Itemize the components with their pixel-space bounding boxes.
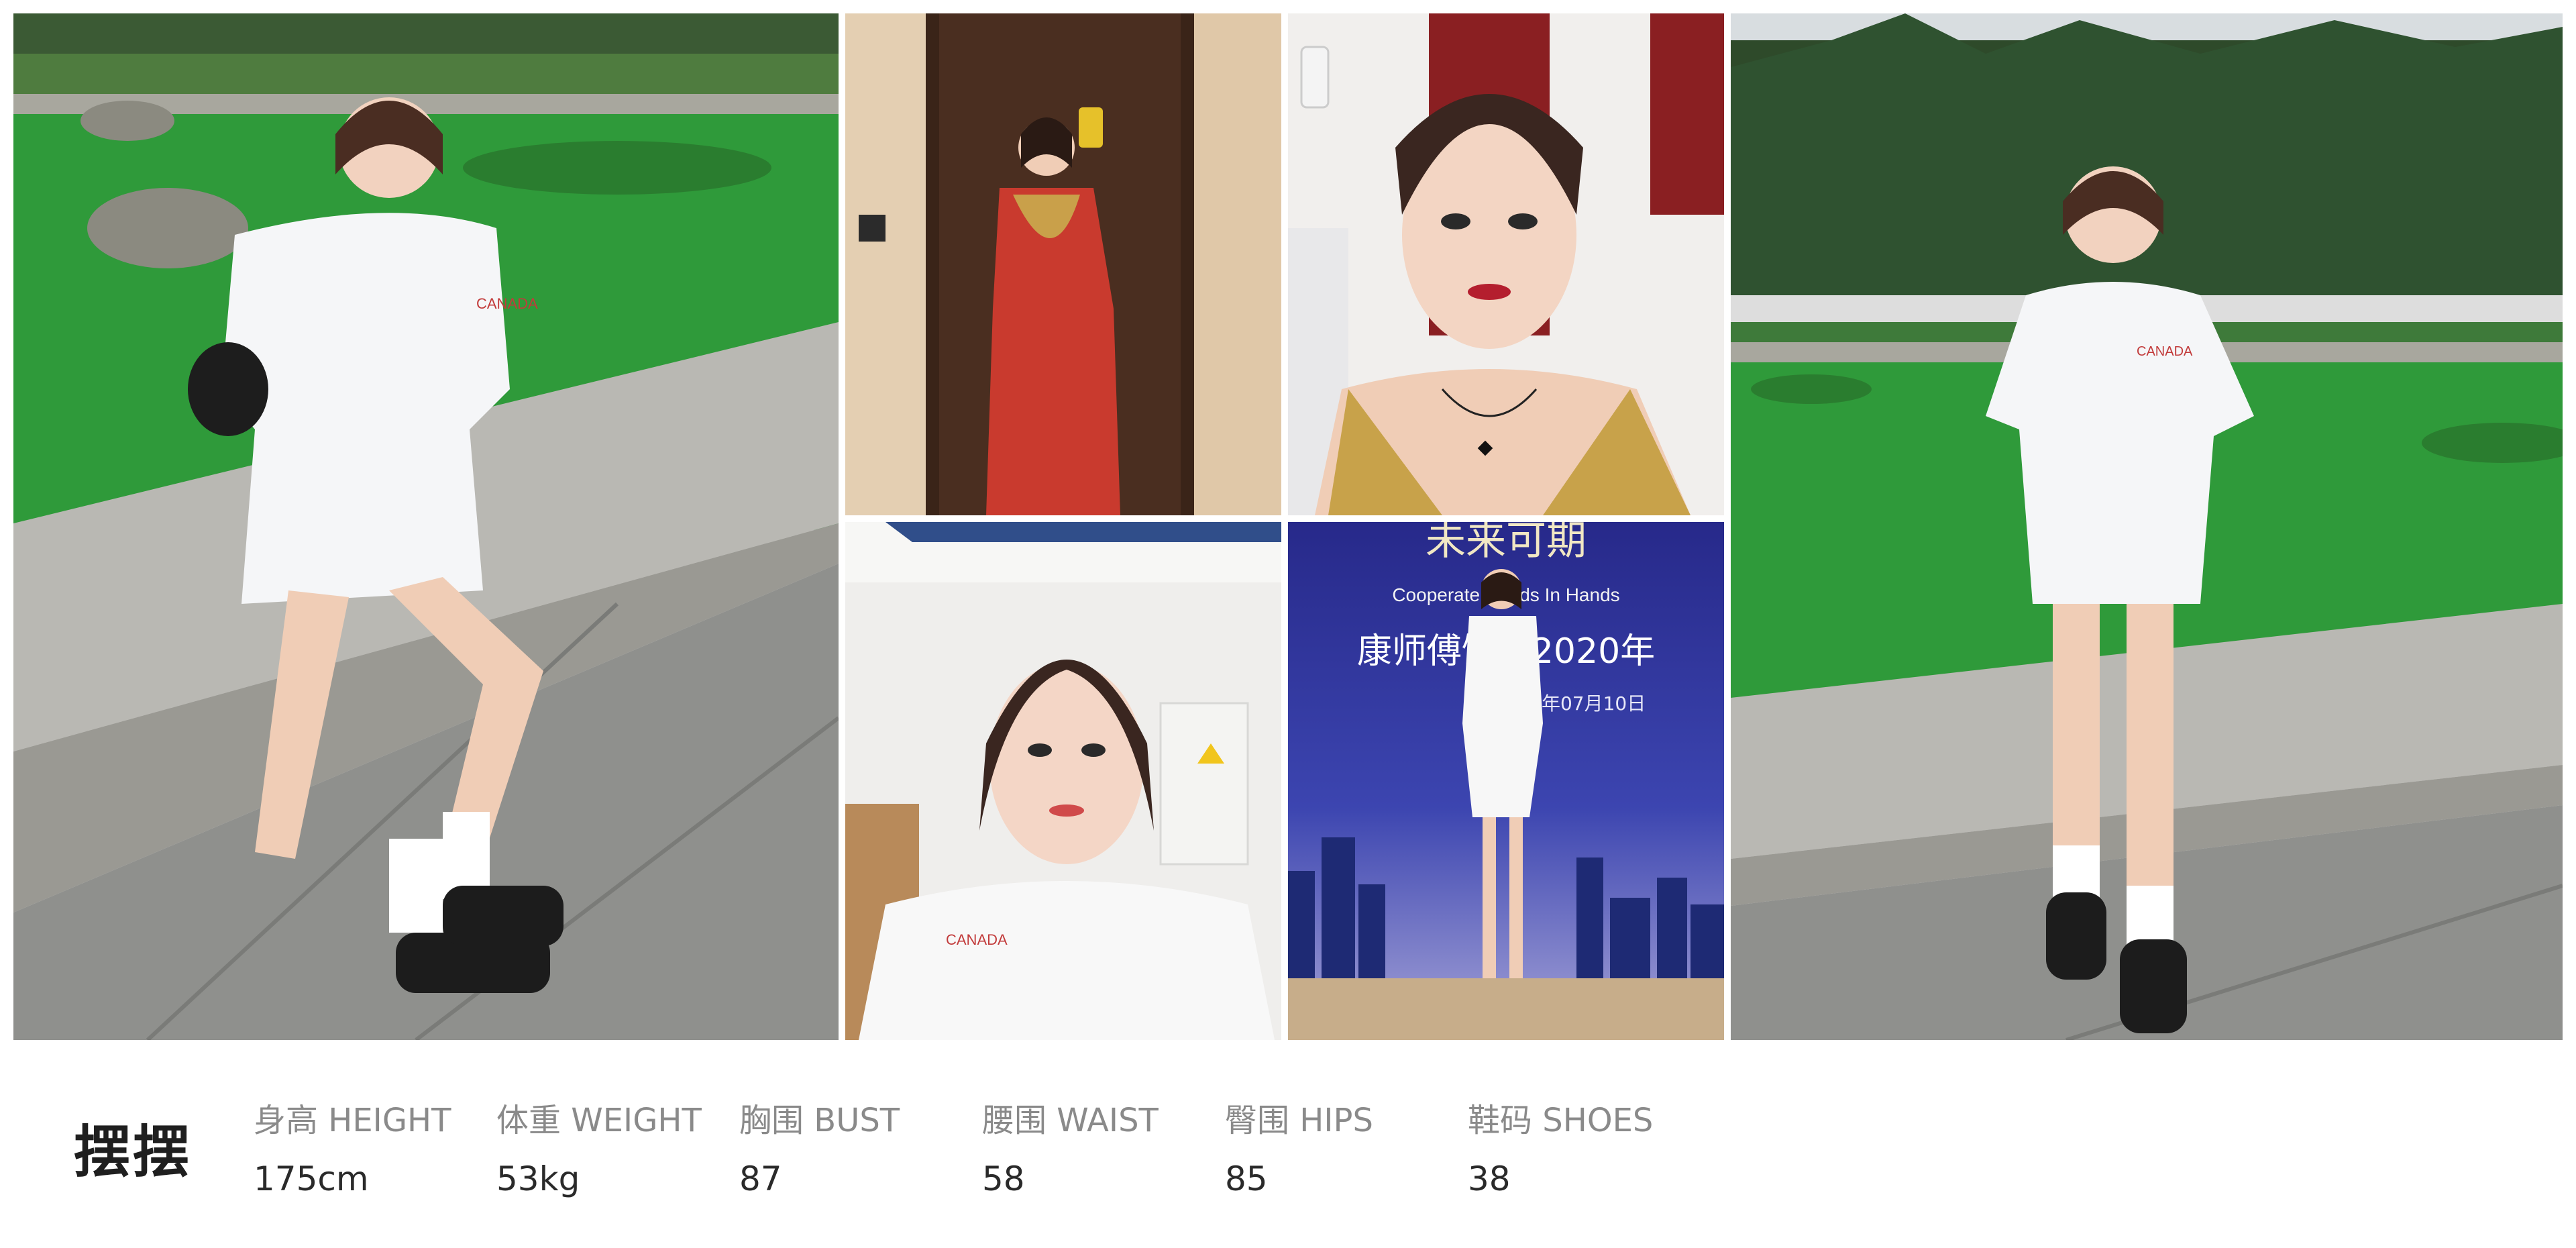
stat-bust-value: 87 bbox=[739, 1159, 782, 1198]
stat-height: 身高 HEIGHT 175cm bbox=[254, 1094, 451, 1198]
model-name: 摆摆 bbox=[74, 1119, 193, 1185]
stat-hips-label: 臀围 HIPS bbox=[1225, 1102, 1373, 1139]
stat-weight-value: 53kg bbox=[496, 1159, 580, 1198]
stat-hips: 臀围 HIPS 85 bbox=[1225, 1094, 1373, 1198]
banner-headline: 未来可期 bbox=[1426, 522, 1587, 564]
model-info-strip: 摆摆 身高 HEIGHT 175cm 体重 WEIGHT 53kg 胸围 BUS… bbox=[0, 1040, 2576, 1248]
stat-weight: 体重 WEIGHT 53kg bbox=[496, 1094, 702, 1198]
stat-waist-value: 58 bbox=[982, 1159, 1025, 1198]
photo-gold-dress-illustration bbox=[1288, 13, 1724, 515]
stat-bust-label: 胸围 BUST bbox=[739, 1102, 900, 1139]
photo-standing-by-pond[interactable]: CANADA bbox=[1731, 13, 2563, 1040]
photo-red-dress-selfie[interactable] bbox=[845, 13, 1281, 515]
stat-height-value: 175cm bbox=[254, 1159, 369, 1198]
stat-shoes-value: 38 bbox=[1468, 1159, 1511, 1198]
photo-tshirt-selfie[interactable]: CANADA bbox=[845, 522, 1281, 1040]
stat-hips-value: 85 bbox=[1225, 1159, 1268, 1198]
photo-gold-dress-portrait[interactable] bbox=[1288, 13, 1724, 515]
photo-tshirt-selfie-illustration: CANADA bbox=[845, 522, 1281, 1040]
photo-gallery: CANADA CANADA 未来可期 Cooperate In Hands 20… bbox=[13, 13, 2563, 1040]
photo-event-stage-illustration: 未来可期 Cooperate Hands In Hands 康师傅饮品2020年… bbox=[1288, 522, 1724, 1040]
stat-weight-label: 体重 WEIGHT bbox=[496, 1102, 702, 1139]
photo-standing-illustration: CANADA bbox=[1731, 13, 2563, 1040]
photo-event-stage[interactable]: 未来可期 Cooperate Hands In Hands 康师傅饮品2020年… bbox=[1288, 522, 1724, 1040]
stat-waist: 腰围 WAIST 58 bbox=[982, 1094, 1159, 1198]
shirt-print-text-2: CANADA bbox=[946, 931, 1008, 948]
stat-shoes: 鞋码 SHOES 38 bbox=[1468, 1094, 1653, 1198]
photo-sitting-illustration: CANADA bbox=[13, 13, 839, 1040]
photo-sitting-by-pond[interactable]: CANADA bbox=[13, 13, 839, 1040]
stat-waist-label: 腰围 WAIST bbox=[982, 1102, 1159, 1139]
shirt-print-text-3: CANADA bbox=[2137, 344, 2193, 359]
stat-height-label: 身高 HEIGHT bbox=[254, 1102, 451, 1139]
photo-red-dress-illustration bbox=[845, 13, 1281, 515]
stat-bust: 胸围 BUST 87 bbox=[739, 1094, 900, 1198]
stat-shoes-label: 鞋码 SHOES bbox=[1468, 1102, 1654, 1139]
shirt-print-text: CANADA bbox=[476, 295, 538, 312]
